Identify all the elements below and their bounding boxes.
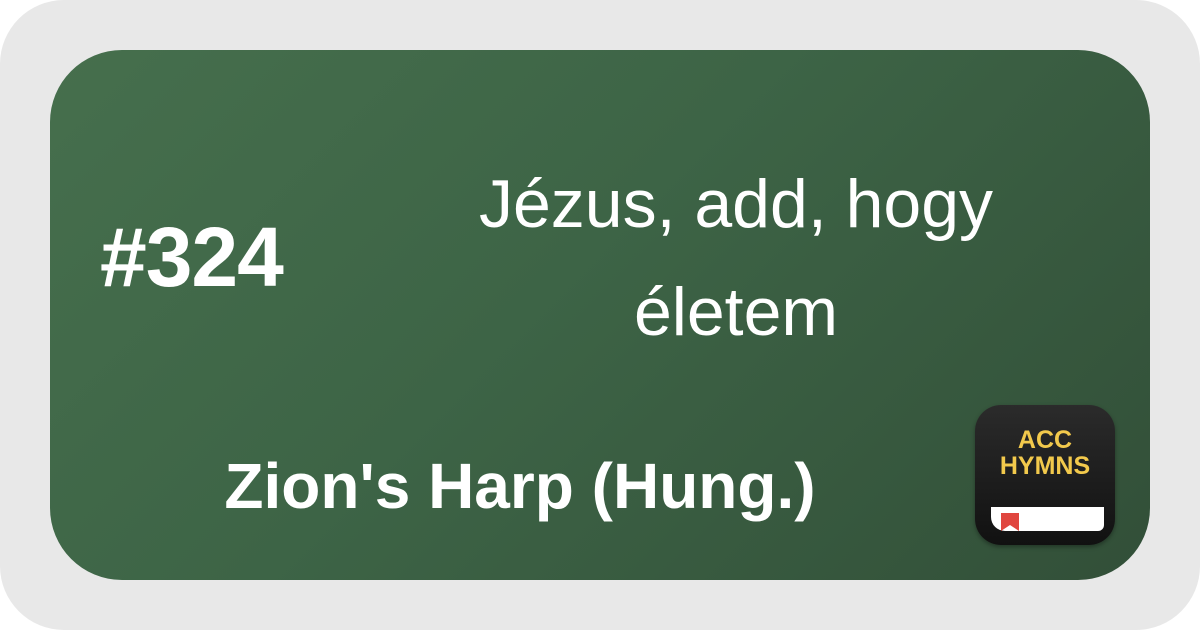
card-frame: #324 Jézus, add, hogy életem Zion's Harp…	[0, 0, 1200, 630]
logo-text: ACC HYMNS	[975, 427, 1115, 479]
hymnal-name: Zion's Harp (Hung.)	[224, 450, 816, 522]
acc-hymns-logo: ACC HYMNS	[975, 405, 1115, 545]
logo-line-acc: ACC	[1017, 426, 1073, 454]
hymn-card: #324 Jézus, add, hogy életem Zion's Harp…	[50, 50, 1150, 580]
logo-line-hymns: HYMNS	[999, 452, 1091, 480]
hymn-number: #324	[100, 210, 284, 304]
hymn-title: Jézus, add, hogy életem	[478, 166, 994, 350]
bookmark-ribbon-icon	[1001, 513, 1019, 531]
